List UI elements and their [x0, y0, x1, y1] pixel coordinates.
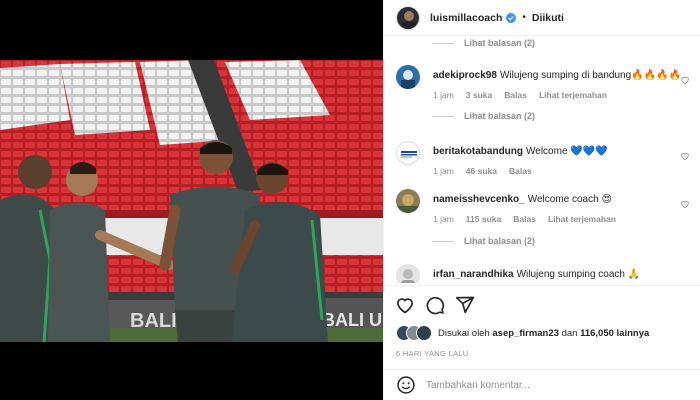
commenter-avatar[interactable] — [396, 189, 420, 213]
view-replies-label: Lihat balasan (2) — [464, 236, 536, 246]
reply-button[interactable]: Balas — [509, 166, 532, 176]
divider-line — [432, 42, 454, 44]
commenter-username[interactable]: nameisshevcenko_ — [433, 194, 525, 205]
action-bar — [384, 285, 700, 321]
view-replies-button[interactable]: Lihat balasan (2) — [432, 38, 535, 48]
stadium-photo: BALI BALI UNI — [0, 60, 383, 342]
translate-button[interactable]: Lihat terjemahan — [539, 90, 607, 100]
commenter-username[interactable]: adekiprock98 — [433, 70, 497, 81]
share-icon[interactable] — [455, 295, 475, 315]
view-replies-label: Lihat balasan (2) — [464, 38, 536, 48]
likes-count[interactable]: 116,050 lainnya — [580, 328, 649, 339]
comments-list[interactable]: Lihat balasan (2) adekiprock98 Wilujeng s… — [384, 37, 700, 283]
add-comment-bar — [384, 369, 700, 400]
comment-like-icon[interactable] — [680, 199, 690, 209]
likes-prefix: Disukai oleh — [438, 327, 490, 339]
comment-time[interactable]: 1 jam — [433, 166, 454, 176]
comment-text: Wilujeng sumping coach 🙏 — [516, 269, 641, 280]
view-replies-label: Lihat balasan (2) — [464, 111, 536, 121]
comment-icon[interactable] — [425, 295, 445, 315]
comment-input[interactable] — [426, 379, 666, 391]
comment-likes[interactable]: 115 suka — [466, 214, 501, 224]
comment-text: Wilujeng sumping di bandung🔥🔥🔥🔥 — [499, 70, 681, 81]
post-media: BALI BALI UNI — [0, 0, 383, 400]
liker-avatars[interactable] — [396, 325, 432, 341]
commenter-username[interactable]: irfan_narandhika — [433, 269, 514, 280]
commenter-avatar[interactable] — [396, 65, 420, 89]
liker-username[interactable]: asep_firman23 — [492, 328, 559, 339]
comment-likes[interactable]: 3 suka — [466, 90, 492, 100]
post-timestamp[interactable]: 6 HARI YANG LALU — [396, 349, 468, 358]
verified-badge-icon — [506, 12, 517, 23]
liker-avatar — [416, 325, 432, 341]
likes-conj: dan — [561, 327, 578, 339]
comment-text: Welcome 💙💙💙 — [526, 146, 608, 157]
comment-likes[interactable]: 46 suka — [466, 166, 497, 176]
reply-button[interactable]: Balas — [513, 214, 536, 224]
comment-like-icon[interactable] — [680, 151, 690, 161]
view-replies-button[interactable]: Lihat balasan (2) — [432, 236, 535, 246]
author-username[interactable]: luismillacoach — [430, 12, 502, 24]
comment-time[interactable]: 1 jam — [433, 214, 454, 224]
heart-icon[interactable] — [395, 295, 415, 315]
following-button[interactable]: Diikuti — [532, 12, 564, 24]
commenter-avatar[interactable] — [396, 141, 420, 165]
banner-text-2: BALI UNI — [322, 310, 383, 330]
divider-line — [432, 240, 454, 242]
emoji-icon[interactable] — [396, 375, 416, 395]
view-replies-button[interactable]: Lihat balasan (2) — [432, 111, 535, 121]
divider-line — [432, 115, 454, 117]
likes-summary: Disukai oleh asep_firman23 dan 116,050 l… — [396, 323, 649, 343]
comment-text: Welcome coach 😍 — [527, 194, 612, 205]
commenter-username[interactable]: beritakotabandung — [433, 146, 523, 157]
commenter-avatar[interactable] — [396, 264, 420, 283]
comment-time[interactable]: 1 jam — [433, 90, 454, 100]
reply-button[interactable]: Balas — [504, 90, 527, 100]
post-panel: luismillacoach • Diikuti Lihat balasan (… — [383, 0, 700, 400]
post-header: luismillacoach • Diikuti — [384, 0, 700, 36]
separator-dot: • — [522, 12, 526, 23]
post-photo[interactable]: BALI BALI UNI — [0, 60, 383, 342]
author-avatar[interactable] — [396, 5, 420, 30]
comment-like-icon[interactable] — [680, 75, 690, 85]
translate-button[interactable]: Lihat terjemahan — [548, 214, 616, 224]
